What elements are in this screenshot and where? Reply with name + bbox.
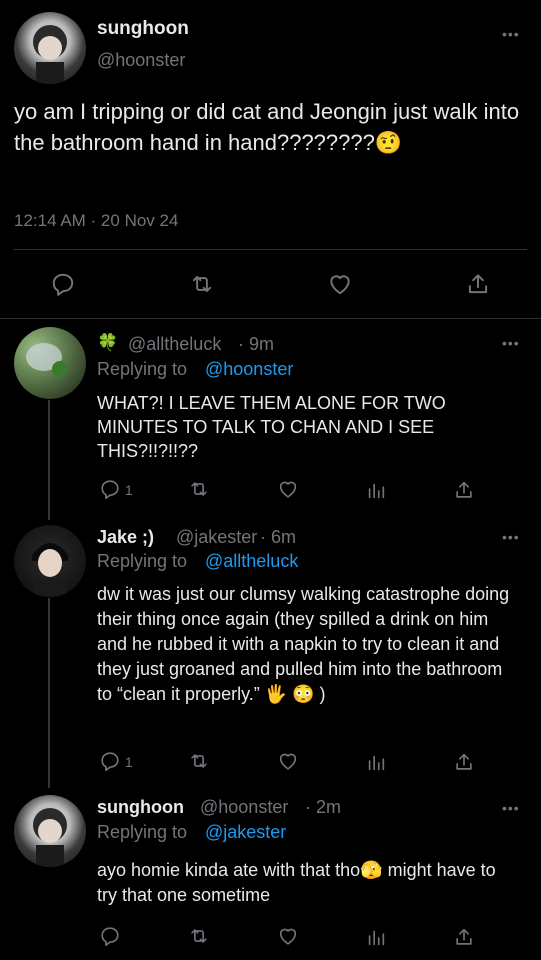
- replying-to-label: Replying to: [97, 551, 188, 571]
- views-icon[interactable]: [365, 926, 387, 948]
- reply-icon[interactable]: [99, 925, 121, 947]
- display-name[interactable]: sunghoon: [97, 18, 189, 40]
- more-icon[interactable]: •••: [502, 335, 520, 351]
- display-name-clover[interactable]: 🍀: [97, 333, 118, 353]
- more-icon[interactable]: •••: [502, 26, 520, 42]
- reply-time: · 9m: [238, 334, 274, 354]
- thread-line: [48, 598, 50, 788]
- retweet-icon[interactable]: [188, 271, 216, 297]
- reply-text: ayo homie kinda ate with that tho🫣 might…: [97, 860, 496, 905]
- avatar-jakester[interactable]: [14, 525, 86, 597]
- more-icon[interactable]: •••: [502, 529, 520, 545]
- handle[interactable]: @jakester: [176, 527, 257, 548]
- reply-icon[interactable]: [99, 478, 121, 500]
- display-name[interactable]: Jake ;): [97, 527, 154, 548]
- handle[interactable]: @hoonster: [97, 50, 185, 71]
- divider: [14, 249, 527, 250]
- avatar-image: [32, 543, 68, 597]
- share-icon[interactable]: [465, 270, 491, 298]
- avatar-image: [33, 808, 67, 867]
- handle[interactable]: @alltheluck: [128, 334, 221, 355]
- tweet-timestamp: 12:14 AM · 20 Nov 24: [14, 211, 179, 230]
- avatar-image: [26, 343, 68, 377]
- like-icon[interactable]: [276, 925, 300, 947]
- reply-time: · 2m: [305, 797, 341, 817]
- tweet-text: yo am I tripping or did cat and Jeongin …: [14, 99, 520, 155]
- avatar-alltheluck[interactable]: [14, 327, 86, 399]
- reply-time: · 6m: [260, 527, 296, 547]
- reply-icon[interactable]: [50, 271, 76, 297]
- avatar-image: [33, 25, 67, 84]
- reply-text: WHAT?! I LEAVE THEM ALONE FOR TWO MINUTE…: [97, 393, 446, 461]
- share-icon[interactable]: [453, 750, 475, 774]
- retweet-icon[interactable]: [187, 478, 211, 500]
- retweet-icon[interactable]: [187, 925, 211, 947]
- replying-to-link[interactable]: @hoonster: [205, 359, 293, 380]
- more-icon[interactable]: •••: [502, 800, 520, 816]
- reply-count: 1: [125, 482, 133, 498]
- share-icon[interactable]: [453, 478, 475, 502]
- reply-icon[interactable]: [99, 750, 121, 772]
- retweet-icon[interactable]: [187, 750, 211, 772]
- like-icon[interactable]: [276, 750, 300, 772]
- replying-to-label: Replying to: [97, 822, 188, 842]
- replying-to-link[interactable]: @jakester: [205, 822, 286, 843]
- like-icon[interactable]: [276, 478, 300, 500]
- display-name[interactable]: sunghoon: [97, 797, 184, 818]
- replying-to-label: Replying to: [97, 359, 188, 379]
- replying-to-link[interactable]: @alltheluck: [205, 551, 298, 572]
- thread-line: [48, 400, 50, 520]
- handle[interactable]: @hoonster: [200, 797, 288, 818]
- reply-text: dw it was just our clumsy walking catast…: [97, 584, 510, 704]
- like-icon[interactable]: [326, 271, 354, 297]
- views-icon[interactable]: [365, 751, 387, 773]
- avatar-sunghoon-reply[interactable]: [14, 795, 86, 867]
- avatar-sunghoon-main[interactable]: [14, 12, 86, 84]
- divider: [0, 318, 541, 319]
- reply-count: 1: [125, 754, 133, 770]
- share-icon[interactable]: [453, 925, 475, 949]
- views-icon[interactable]: [365, 479, 387, 501]
